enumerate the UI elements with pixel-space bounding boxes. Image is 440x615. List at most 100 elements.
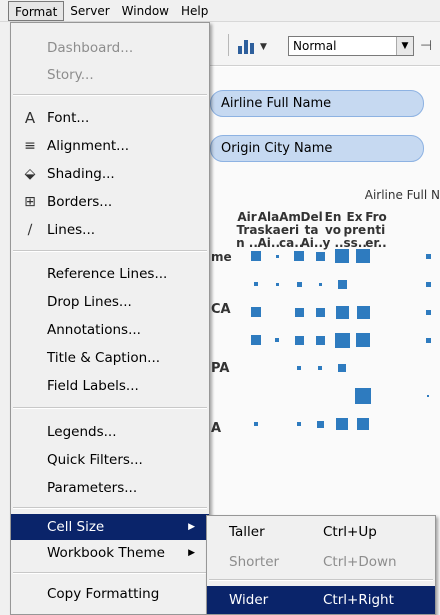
menu-item-lines[interactable]: ∕ Lines... xyxy=(11,217,209,243)
column-header: En vo y .. xyxy=(322,210,344,250)
column-header: Am eri ca.. xyxy=(279,210,304,250)
column-header: Ex pre ss.. xyxy=(343,210,367,250)
shortcut-label: Ctrl+Down xyxy=(323,554,397,570)
square-mark xyxy=(251,307,261,317)
menu-item-label: Borders... xyxy=(47,194,113,210)
menu-item-legends[interactable]: Legends... xyxy=(11,419,209,445)
square-mark xyxy=(336,418,348,430)
lines-icon: ∕ xyxy=(27,222,33,238)
menu-window[interactable]: Window xyxy=(116,1,175,21)
square-mark xyxy=(337,279,347,289)
menu-item-reference-lines[interactable]: Reference Lines... xyxy=(11,261,209,287)
format-menu: Dashboard... Story... A Font... ≡ Alignm… xyxy=(10,22,210,615)
airline-full-name-pill[interactable]: Airline Full Name xyxy=(210,90,424,117)
square-mark xyxy=(275,338,279,342)
menu-item-alignment[interactable]: ≡ Alignment... xyxy=(11,133,209,159)
square-mark xyxy=(425,309,431,315)
submenu-item-label: Wider xyxy=(229,592,269,608)
square-mark xyxy=(315,307,325,317)
pin-icon[interactable]: ⊣ xyxy=(420,38,432,54)
submenu-arrow-icon: ▶ xyxy=(188,548,195,558)
show-me-chart-icon[interactable] xyxy=(236,36,258,54)
menu-item-shading[interactable]: ⬙ Shading... xyxy=(11,161,209,187)
row-label: A xyxy=(211,421,222,436)
square-mark xyxy=(427,395,429,397)
menu-item-dashboard[interactable]: Dashboard... xyxy=(11,35,209,61)
square-mark xyxy=(357,418,369,430)
square-mark xyxy=(251,251,261,261)
menu-item-label: Workbook Theme xyxy=(47,545,165,561)
column-header-title: Airline Full N xyxy=(364,188,440,202)
toolbar-separator xyxy=(228,34,229,56)
square-mark xyxy=(425,337,431,343)
menu-item-borders[interactable]: ⊞ Borders... xyxy=(11,189,209,215)
menu-item-font[interactable]: A Font... xyxy=(11,105,209,131)
menu-item-story[interactable]: Story... xyxy=(11,62,209,88)
menu-item-cell-size[interactable]: Cell Size ▶ xyxy=(11,514,209,540)
cell-size-select-value: Normal xyxy=(293,39,337,53)
menu-item-annotations[interactable]: Annotations... xyxy=(11,317,209,343)
chevron-down-icon[interactable]: ▼ xyxy=(396,37,413,55)
cell-size-submenu: Taller Ctrl+Up Shorter Ctrl+Down Wider C… xyxy=(206,515,436,615)
alignment-icon: ≡ xyxy=(24,138,36,154)
square-mark xyxy=(254,282,258,286)
origin-city-name-pill[interactable]: Origin City Name xyxy=(210,135,424,162)
square-mark xyxy=(294,335,304,345)
menu-item-copy-formatting[interactable]: Copy Formatting xyxy=(11,581,209,607)
submenu-item-label: Taller xyxy=(229,524,265,540)
menu-item-title-caption[interactable]: Title & Caption... xyxy=(11,345,209,371)
menu-help[interactable]: Help xyxy=(175,1,214,21)
square-mark xyxy=(315,335,325,345)
menu-server[interactable]: Server xyxy=(64,1,115,21)
square-mark xyxy=(334,332,350,348)
menu-item-quick-filters[interactable]: Quick Filters... xyxy=(11,447,209,473)
square-mark xyxy=(275,282,279,286)
menu-item-label: Font... xyxy=(47,110,90,126)
menu-separator xyxy=(13,572,207,574)
menu-item-workbook-theme[interactable]: Workbook Theme ▶ xyxy=(11,540,209,566)
submenu-item-shorter[interactable]: Shorter Ctrl+Down xyxy=(207,548,435,576)
submenu-item-label: Shorter xyxy=(229,554,280,570)
shading-icon: ⬙ xyxy=(24,166,36,182)
square-mark xyxy=(294,307,304,317)
square-mark xyxy=(356,305,370,319)
square-mark xyxy=(425,253,431,259)
square-mark xyxy=(315,251,325,261)
menu-separator xyxy=(209,579,433,581)
submenu-arrow-icon: ▶ xyxy=(188,522,195,532)
menu-separator xyxy=(13,94,207,96)
square-mark xyxy=(254,422,258,426)
menu-item-label: Alignment... xyxy=(47,138,130,154)
row-label: PA xyxy=(211,361,230,376)
submenu-item-wider[interactable]: Wider Ctrl+Right xyxy=(207,586,435,614)
square-mark xyxy=(356,333,370,347)
square-mark xyxy=(294,251,304,261)
square-mark xyxy=(297,366,301,370)
menu-item-drop-lines[interactable]: Drop Lines... xyxy=(11,289,209,315)
square-mark xyxy=(338,364,346,372)
font-icon: A xyxy=(24,109,36,127)
square-mark xyxy=(316,420,324,428)
column-header: Ala ska Ai.. xyxy=(257,210,281,250)
square-mark xyxy=(335,249,349,263)
submenu-item-taller[interactable]: Taller Ctrl+Up xyxy=(207,518,435,546)
menu-item-parameters[interactable]: Parameters... xyxy=(11,475,209,501)
row-label: CA xyxy=(211,302,231,317)
menu-item-field-labels[interactable]: Field Labels... xyxy=(11,373,209,399)
square-mark xyxy=(251,335,261,345)
chart-dropdown-icon[interactable]: ▼ xyxy=(260,42,267,52)
menu-format[interactable]: Format xyxy=(8,0,65,21)
column-header: Air Tra n .. xyxy=(236,210,258,250)
shortcut-label: Ctrl+Up xyxy=(323,524,377,540)
square-mark xyxy=(296,281,302,287)
column-header: Fro nti er.. xyxy=(365,210,387,250)
menu-separator xyxy=(13,250,207,252)
menu-item-label: Lines... xyxy=(47,222,96,238)
square-mark xyxy=(297,422,301,426)
square-mark xyxy=(425,281,431,287)
cell-size-select[interactable]: Normal ▼ xyxy=(288,36,414,56)
square-mark xyxy=(335,305,349,319)
menu-separator xyxy=(13,407,207,409)
column-header: Del ta Ai.. xyxy=(300,210,324,250)
menu-item-label: Shading... xyxy=(47,166,115,182)
